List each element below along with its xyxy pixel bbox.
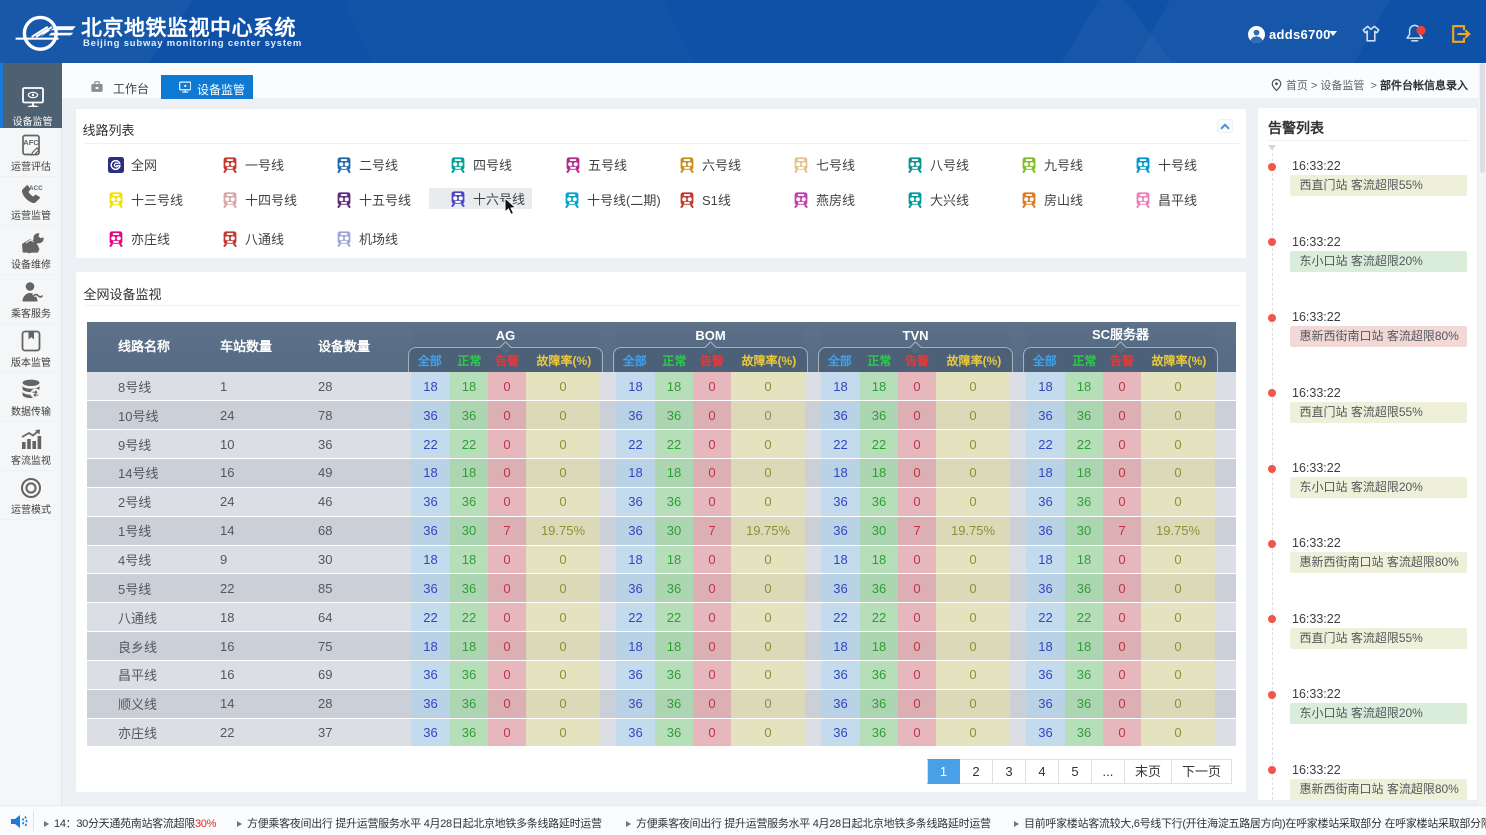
svg-text:ACC: ACC: [29, 185, 43, 192]
svg-text:AFC: AFC: [23, 138, 39, 147]
